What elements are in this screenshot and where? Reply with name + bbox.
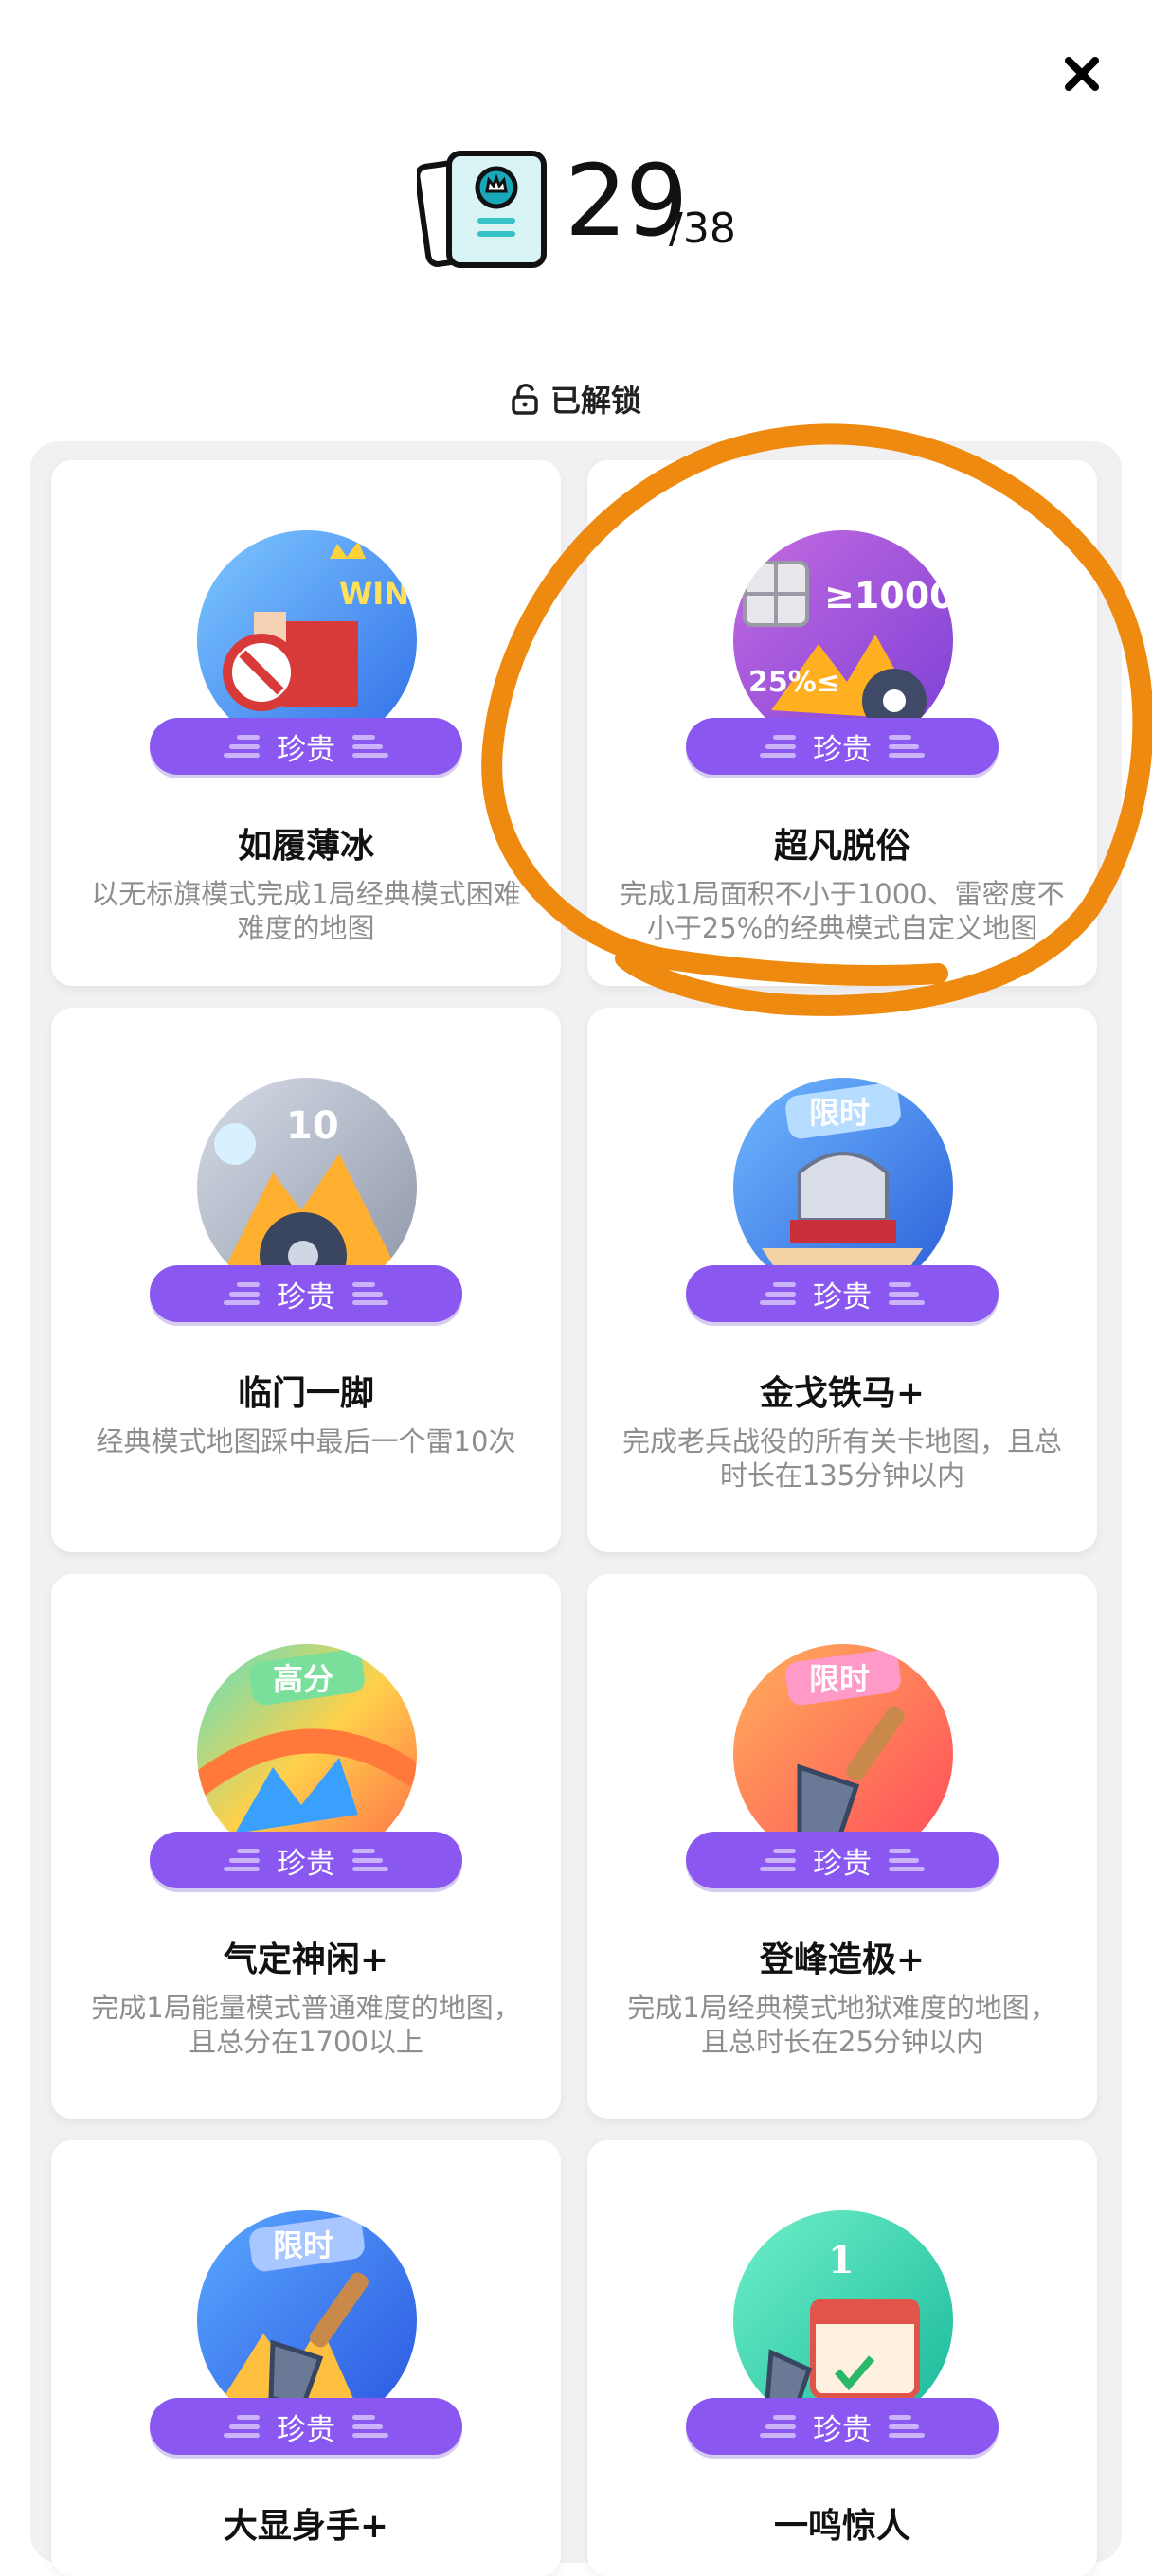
svg-text:25%≤: 25%≤ <box>748 666 840 699</box>
achievement-title: 气定神闲+ <box>223 1941 389 1979</box>
stripes-icon <box>352 1849 388 1871</box>
achievement-desc: 完成1局能量模式普通难度的地图，且总分在1700以上 <box>91 1992 521 2058</box>
achievement-desc: 完成1局面积不小于1000、雷密度不小于25%的经典模式自定义地图 <box>620 878 1065 944</box>
achievement-title: 金戈铁马+ <box>759 1374 926 1413</box>
svg-text:WIN: WIN <box>339 576 409 612</box>
stripes-icon <box>352 1282 388 1305</box>
achievement-title: 超凡脱俗 <box>773 827 910 866</box>
achievement-card[interactable]: 限时 珍贵 金戈铁马+ 完成老兵战役的所有关卡地图，且总时长在135分钟以内 <box>587 1008 1097 1552</box>
svg-text:1: 1 <box>828 2238 855 2282</box>
stripes-icon <box>224 2415 260 2438</box>
close-icon <box>1065 57 1099 91</box>
rarity-tag: 珍贵 <box>686 718 999 775</box>
stripes-icon <box>352 2415 388 2438</box>
unlock-icon <box>512 384 538 415</box>
svg-text:限时: 限时 <box>809 1661 870 1697</box>
svg-text:限时: 限时 <box>809 1095 870 1131</box>
rarity-tag: 珍贵 <box>150 718 462 775</box>
stripes-icon <box>760 735 796 758</box>
svg-text:10: 10 <box>286 1104 339 1148</box>
section-title: 已解锁 <box>549 383 641 419</box>
achievement-card[interactable]: 限时 珍贵 登峰造极+ 完成1局经典模式地狱难度的地图，且总时长在25分钟以内 <box>587 1574 1097 2119</box>
stripes-icon <box>224 1282 260 1305</box>
achievement-progress: 29 /38 <box>0 142 1152 284</box>
total-count: /38 <box>669 205 736 253</box>
rarity-tag: 珍贵 <box>686 1265 999 1322</box>
achievement-desc: 经典模式地图踩中最后一个雷10次 <box>96 1425 516 1458</box>
achievement-title: 临门一脚 <box>237 1374 374 1413</box>
rarity-tag: 珍贵 <box>150 1832 462 1888</box>
stripes-icon <box>889 1849 925 1871</box>
achievement-card[interactable]: ≥1000 25%≤ 珍贵 超凡脱俗 完成1局面积不小于1000、雷密度不小于2… <box>587 460 1097 986</box>
section-header-unlocked: 已解锁 <box>0 377 1152 420</box>
close-button[interactable] <box>1052 44 1112 104</box>
svg-text:≥1000: ≥1000 <box>824 575 953 617</box>
achievement-card[interactable]: 1 珍贵 一鸣惊人 <box>587 2140 1097 2576</box>
stripes-icon <box>889 735 925 758</box>
achievement-grid: WIN 珍贵 如履薄冰 以无标旗模式完成1局经典模式困难难度的地图 ≥1000 … <box>30 441 1122 2576</box>
achievement-card[interactable]: WIN 珍贵 如履薄冰 以无标旗模式完成1局经典模式困难难度的地图 <box>51 460 561 986</box>
achievement-book-icon <box>417 151 547 268</box>
stripes-icon <box>352 735 388 758</box>
stripes-icon <box>889 1282 925 1305</box>
rarity-tag: 珍贵 <box>150 2398 462 2455</box>
achievement-card[interactable]: 10 珍贵 临门一脚 经典模式地图踩中最后一个雷10次 <box>51 1008 561 1552</box>
stripes-icon <box>224 1849 260 1871</box>
stripes-icon <box>760 1282 796 1305</box>
stripes-icon <box>224 735 260 758</box>
achievement-desc: 以无标旗模式完成1局经典模式困难难度的地图 <box>91 878 521 944</box>
stripes-icon <box>889 2415 925 2438</box>
achievement-title: 一鸣惊人 <box>773 2507 910 2546</box>
rarity-tag: 珍贵 <box>150 1265 462 1322</box>
svg-text:限时: 限时 <box>273 2227 333 2263</box>
achievement-desc: 完成1局经典模式地狱难度的地图，且总时长在25分钟以内 <box>627 1992 1057 2058</box>
rarity-tag: 珍贵 <box>686 1832 999 1888</box>
rarity-tag: 珍贵 <box>686 2398 999 2455</box>
achievement-title: 如履薄冰 <box>237 827 374 866</box>
achievement-title: 登峰造极+ <box>759 1941 926 1979</box>
stripes-icon <box>760 2415 796 2438</box>
achievement-title: 大显身手+ <box>223 2507 389 2546</box>
achievement-card[interactable]: 高分 珍贵 气定神闲+ 完成1局能量模式普通难度的地图，且总分在1700以上 <box>51 1574 561 2119</box>
svg-text:高分: 高分 <box>273 1661 333 1697</box>
stripes-icon <box>760 1849 796 1871</box>
achievement-card[interactable]: 限时 珍贵 大显身手+ <box>51 2140 561 2576</box>
achievement-desc: 完成老兵战役的所有关卡地图，且总时长在135分钟以内 <box>621 1425 1062 1492</box>
